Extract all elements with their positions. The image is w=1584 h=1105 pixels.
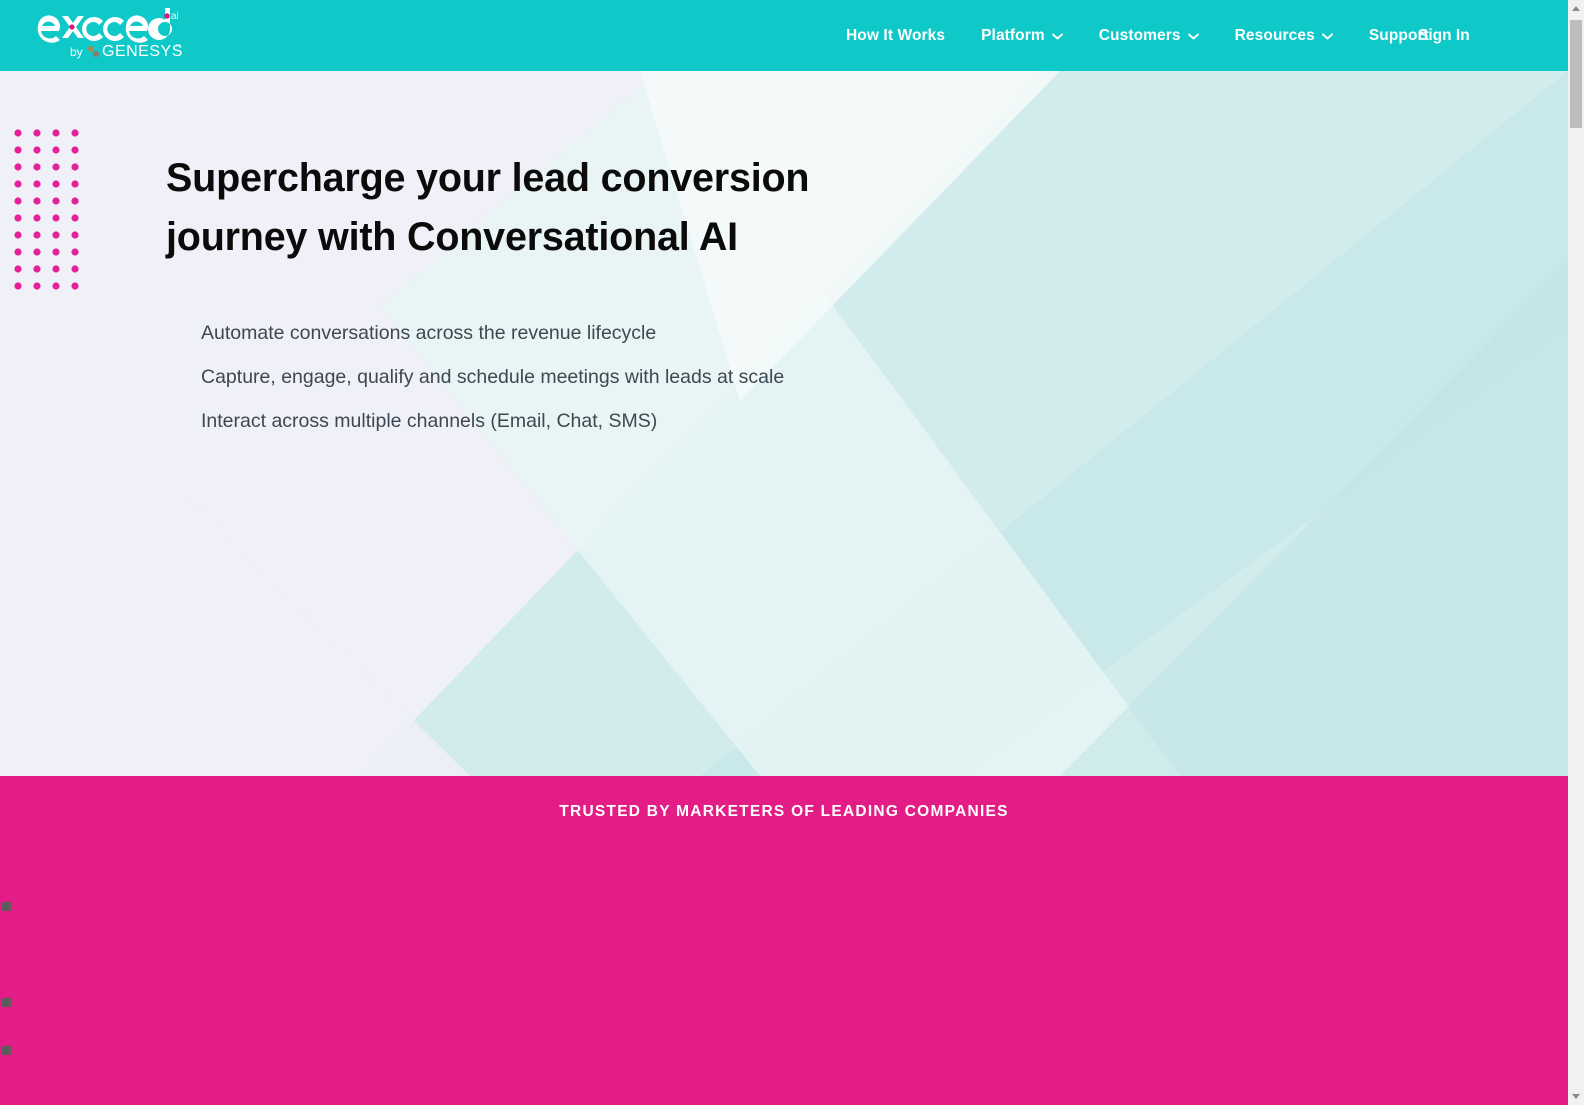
hero-title-line-2: journey with Conversational AI (166, 215, 738, 259)
scroll-down-arrow-icon[interactable] (1568, 1088, 1584, 1105)
nav-label: Platform (981, 26, 1045, 44)
nav-item-how-it-works[interactable]: How It Works (846, 0, 963, 71)
main-navigation: How It Works Platform Customers Resource… (846, 0, 1447, 71)
svg-text:ai: ai (171, 11, 179, 22)
hero-content: Supercharge your lead conversion journey… (0, 71, 1568, 443)
site-header: ai by GENESYS ™ How It Works Platform Cu… (0, 0, 1568, 71)
company-logo-placeholder-2 (2, 998, 11, 1007)
list-item: Interact across multiple channels (Email… (166, 399, 786, 443)
scroll-up-arrow-icon[interactable] (1568, 0, 1584, 17)
company-logo-placeholder-1 (2, 902, 11, 911)
page-root: ai by GENESYS ™ How It Works Platform Cu… (0, 0, 1568, 1105)
list-item-label: Capture, engage, qualify and schedule me… (201, 366, 785, 388)
hero-benefits-list: Automate conversations across the revenu… (166, 311, 786, 443)
svg-text:GENESYS: GENESYS (102, 43, 183, 60)
chevron-down-icon (1187, 33, 1199, 40)
svg-text:™: ™ (175, 43, 181, 50)
company-logo-placeholder-3 (2, 1046, 11, 1055)
vertical-scrollbar[interactable] (1568, 0, 1584, 1105)
nav-label: Resources (1234, 26, 1315, 44)
sign-in-link[interactable]: Sign In (1418, 0, 1470, 71)
hero-title-line-1: Supercharge your lead conversion (166, 156, 810, 200)
trusted-by-section: TRUSTED BY MARKETERS OF LEADING COMPANIE… (0, 776, 1568, 1105)
chevron-down-icon (1051, 33, 1063, 40)
list-item: Automate conversations across the revenu… (166, 311, 786, 355)
nav-label: Customers (1098, 26, 1181, 44)
company-logo-strip (0, 872, 1568, 1082)
list-item: Capture, engage, qualify and schedule me… (166, 355, 786, 399)
trusted-by-title: TRUSTED BY MARKETERS OF LEADING COMPANIE… (559, 803, 1009, 820)
scrollbar-thumb[interactable] (1570, 20, 1582, 128)
nav-item-platform[interactable]: Platform (963, 0, 1081, 71)
nav-label: How It Works (846, 26, 946, 44)
chevron-down-icon (1321, 33, 1333, 40)
nav-item-resources[interactable]: Resources (1217, 0, 1351, 71)
bullet-marker-icon (166, 416, 175, 425)
nav-item-customers[interactable]: Customers (1081, 0, 1217, 71)
page-title: Supercharge your lead conversion journey… (166, 149, 866, 267)
hero-section: Supercharge your lead conversion journey… (0, 71, 1568, 776)
list-item-label: Automate conversations across the revenu… (201, 322, 657, 344)
bullet-marker-icon (166, 328, 175, 337)
bullet-marker-icon (166, 372, 175, 381)
svg-text:by: by (70, 45, 83, 59)
list-item-label: Interact across multiple channels (Email… (201, 410, 658, 432)
exceed-ai-genesys-logo[interactable]: ai by GENESYS ™ (34, 6, 184, 64)
